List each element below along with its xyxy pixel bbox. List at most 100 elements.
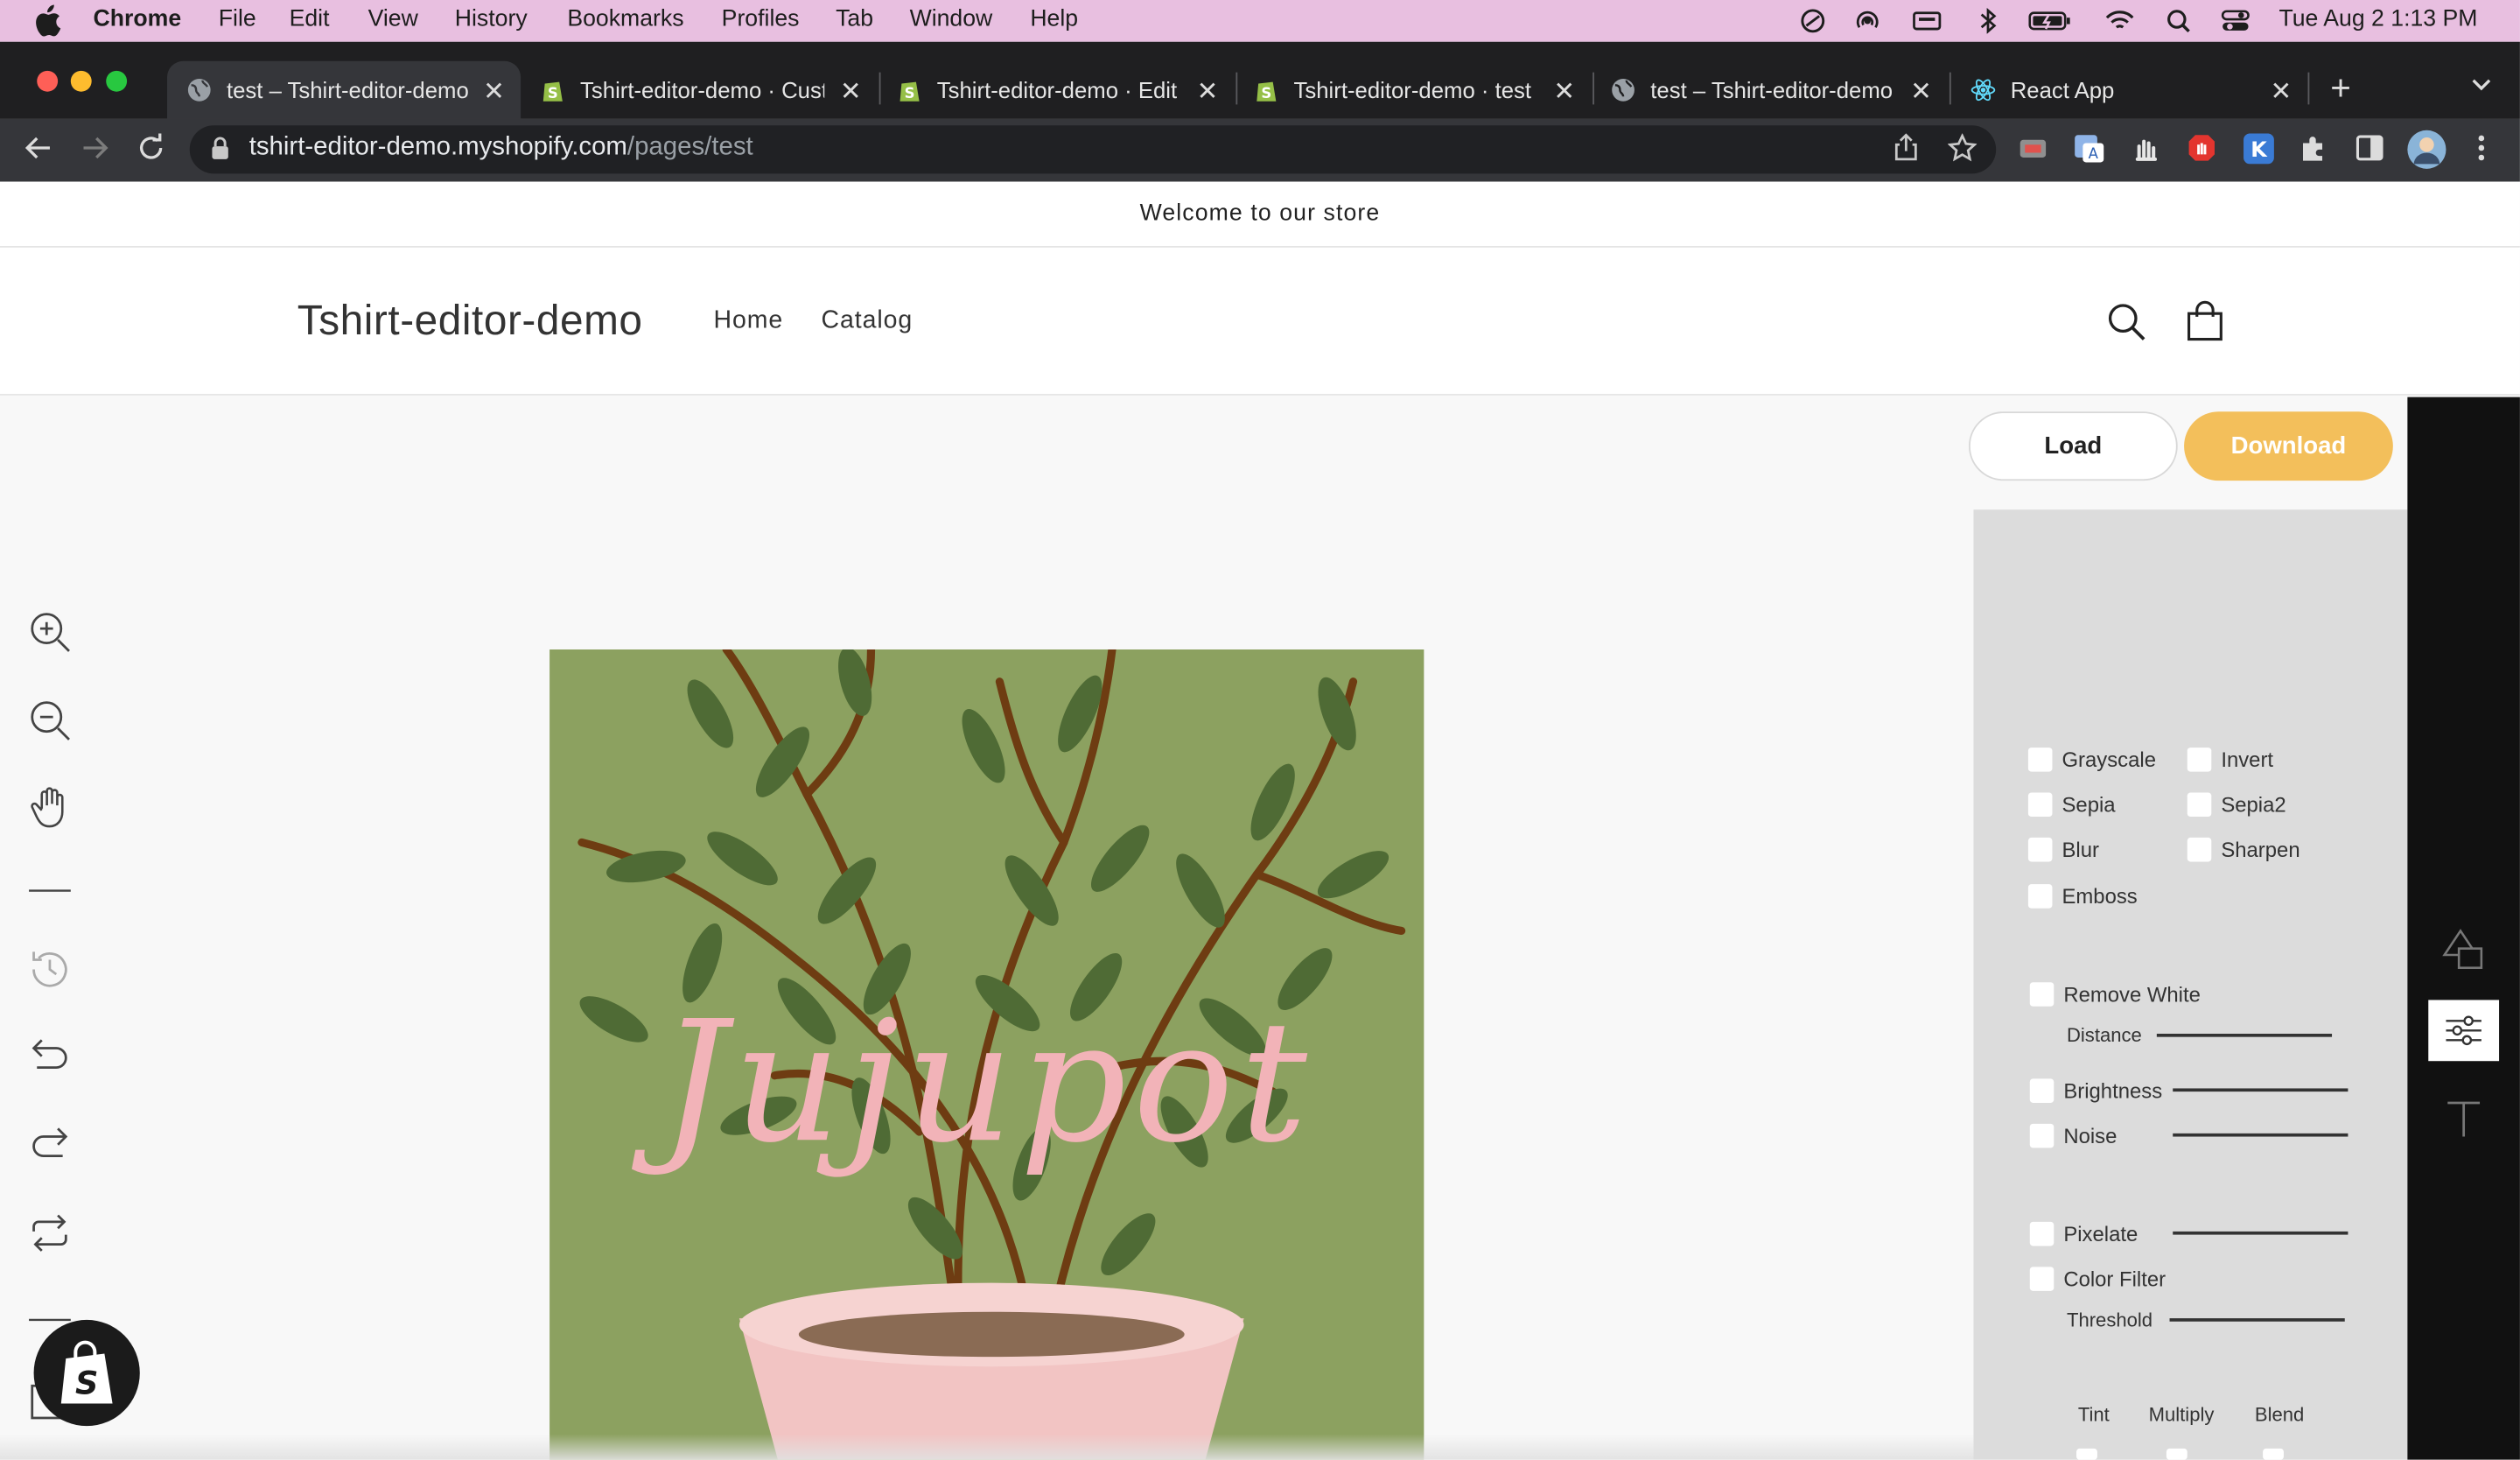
color-filter-checkbox[interactable] bbox=[2029, 1267, 2054, 1291]
menu-history[interactable]: History bbox=[455, 6, 528, 32]
side-panel-icon[interactable] bbox=[2356, 135, 2384, 161]
history-icon[interactable] bbox=[27, 947, 72, 992]
chrome-menu-icon[interactable] bbox=[2476, 133, 2486, 162]
pixelate-slider[interactable] bbox=[2173, 1231, 2348, 1235]
reload-icon[interactable] bbox=[136, 133, 165, 162]
download-button[interactable]: Download bbox=[2184, 411, 2393, 481]
menu-edit[interactable]: Edit bbox=[290, 6, 330, 32]
browser-tab[interactable]: S Tshirt-editor-demo · Customize ✕ bbox=[524, 61, 878, 119]
browser-tab[interactable]: test – Tshirt-editor-demo ✕ bbox=[167, 60, 522, 119]
cart-icon[interactable] bbox=[2186, 300, 2224, 342]
remove-white-checkbox[interactable] bbox=[2029, 982, 2054, 1007]
menu-help[interactable]: Help bbox=[1030, 6, 1078, 32]
load-button[interactable]: Load bbox=[1968, 411, 2178, 481]
pixelate-checkbox[interactable] bbox=[2029, 1221, 2054, 1246]
close-tab-icon[interactable]: ✕ bbox=[1910, 75, 1932, 108]
grayscale-checkbox[interactable] bbox=[2027, 748, 2053, 772]
invert-checkbox[interactable] bbox=[2187, 748, 2212, 772]
blend-checkbox[interactable] bbox=[2263, 1448, 2284, 1460]
svg-text:S: S bbox=[1261, 85, 1271, 102]
reset-repeat-icon[interactable] bbox=[27, 1211, 72, 1255]
extensions-puzzle-icon[interactable] bbox=[2300, 133, 2328, 162]
distance-slider[interactable] bbox=[2156, 1033, 2333, 1037]
extension-translate-icon[interactable]: A bbox=[2073, 133, 2105, 164]
noise-checkbox[interactable] bbox=[2029, 1123, 2054, 1148]
sepia2-checkbox[interactable] bbox=[2187, 792, 2212, 818]
tab-title: Tshirt-editor-demo · test bbox=[1293, 77, 1532, 103]
image-overlay-text: Jujupot bbox=[631, 986, 1313, 1180]
menu-file[interactable]: File bbox=[219, 6, 256, 32]
airdrop-icon[interactable] bbox=[1853, 8, 1882, 33]
noise-slider[interactable] bbox=[2173, 1133, 2348, 1137]
tab-title: React App bbox=[2010, 77, 2115, 103]
menubar-clock[interactable]: Tue Aug 2 1:13 PM bbox=[2278, 6, 2477, 32]
focus-icon[interactable] bbox=[1798, 8, 1827, 33]
brightness-slider[interactable] bbox=[2173, 1088, 2348, 1092]
display-icon[interactable] bbox=[1913, 8, 1942, 33]
store-logo[interactable]: Tshirt-editor-demo bbox=[298, 296, 643, 346]
menu-tab[interactable]: Tab bbox=[836, 6, 873, 32]
close-tab-icon[interactable]: ✕ bbox=[483, 75, 505, 108]
lock-icon[interactable] bbox=[211, 137, 230, 161]
bluetooth-icon[interactable] bbox=[1973, 8, 2002, 34]
new-tab-button[interactable]: + bbox=[2330, 67, 2351, 109]
extension-cast-icon[interactable] bbox=[2019, 135, 2048, 162]
minimize-window-button[interactable] bbox=[70, 70, 92, 92]
nav-home-link[interactable]: Home bbox=[713, 307, 783, 336]
menu-bookmarks[interactable]: Bookmarks bbox=[567, 6, 683, 32]
wifi-icon[interactable] bbox=[2105, 8, 2134, 33]
profile-avatar[interactable] bbox=[2406, 129, 2448, 171]
control-center-icon[interactable] bbox=[2221, 8, 2250, 33]
browser-tab[interactable]: test – Tshirt-editor-demo ✕ bbox=[1594, 61, 1948, 119]
zoom-window-button[interactable] bbox=[106, 70, 128, 92]
redo-icon[interactable] bbox=[27, 1122, 72, 1167]
plant-pot-illustration: Jujupot bbox=[550, 649, 1424, 1460]
sepia-checkbox[interactable] bbox=[2027, 792, 2053, 818]
nav-catalog-link[interactable]: Catalog bbox=[822, 307, 914, 336]
blur-checkbox[interactable] bbox=[2027, 837, 2053, 862]
battery-icon[interactable] bbox=[2028, 8, 2073, 33]
close-tab-icon[interactable]: ✕ bbox=[1197, 75, 1219, 108]
undo-icon[interactable] bbox=[27, 1034, 72, 1078]
shopify-icon: S bbox=[1256, 81, 1277, 102]
back-arrow-icon[interactable] bbox=[24, 135, 53, 160]
shopify-chat-bubble[interactable]: S bbox=[33, 1319, 140, 1427]
svg-text:K: K bbox=[2250, 137, 2268, 162]
sliders-icon bbox=[2446, 1015, 2482, 1046]
extension-k-icon[interactable]: K bbox=[2244, 133, 2274, 165]
search-icon[interactable] bbox=[2107, 302, 2147, 342]
extension-hand-icon[interactable] bbox=[2131, 135, 2160, 162]
forward-arrow-icon[interactable] bbox=[80, 135, 109, 160]
bookmark-star-icon[interactable] bbox=[1948, 133, 1978, 162]
threshold-slider[interactable] bbox=[2169, 1318, 2345, 1322]
close-tab-icon[interactable]: ✕ bbox=[1553, 75, 1575, 108]
share-icon[interactable] bbox=[1894, 133, 1919, 162]
spotlight-search-icon[interactable] bbox=[2165, 8, 2194, 33]
browser-tab[interactable]: React App ✕ bbox=[1951, 61, 2308, 119]
close-window-button[interactable] bbox=[37, 70, 59, 92]
menu-app-name[interactable]: Chrome bbox=[94, 6, 182, 32]
brightness-checkbox[interactable] bbox=[2029, 1078, 2054, 1103]
shapes-icon[interactable] bbox=[2441, 926, 2486, 971]
extension-adblock-icon[interactable] bbox=[2188, 133, 2216, 164]
menu-view[interactable]: View bbox=[368, 6, 418, 32]
design-image-canvas[interactable]: Jujupot bbox=[550, 649, 1424, 1460]
multiply-checkbox[interactable] bbox=[2166, 1448, 2188, 1460]
sharpen-checkbox[interactable] bbox=[2187, 837, 2212, 862]
tab-search-chevron-icon[interactable] bbox=[2470, 77, 2493, 93]
zoom-in-icon[interactable] bbox=[27, 609, 72, 654]
menu-profiles[interactable]: Profiles bbox=[722, 6, 800, 32]
browser-tab[interactable]: S Tshirt-editor-demo · test ✕ bbox=[1237, 61, 1591, 119]
url-text[interactable]: tshirt-editor-demo.myshopify.com/pages/t… bbox=[249, 133, 753, 162]
browser-tab[interactable]: S Tshirt-editor-demo · Edit ✕ bbox=[881, 61, 1235, 119]
menu-window[interactable]: Window bbox=[910, 6, 993, 32]
close-tab-icon[interactable]: ✕ bbox=[2271, 75, 2292, 108]
tint-checkbox[interactable] bbox=[2076, 1448, 2097, 1460]
zoom-out-icon[interactable] bbox=[27, 698, 72, 742]
apple-logo-icon[interactable] bbox=[32, 4, 61, 38]
close-tab-icon[interactable]: ✕ bbox=[840, 75, 862, 108]
emboss-checkbox[interactable] bbox=[2027, 884, 2053, 909]
pan-hand-icon[interactable] bbox=[27, 784, 72, 829]
text-tool-icon[interactable] bbox=[2443, 1098, 2485, 1140]
threshold-label: Threshold bbox=[2066, 1309, 2153, 1331]
